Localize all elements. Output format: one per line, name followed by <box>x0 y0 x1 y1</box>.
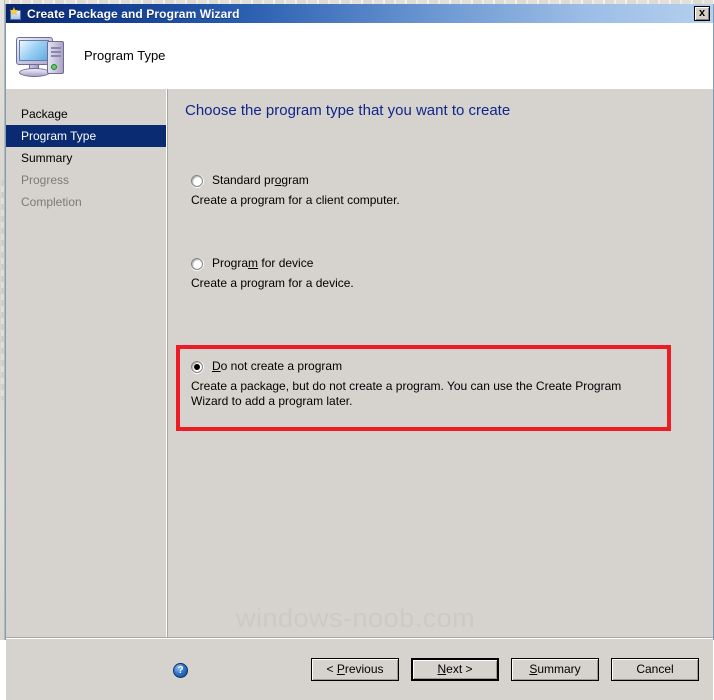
sidebar-item-summary[interactable]: Summary <box>6 147 166 169</box>
help-icon[interactable]: ? <box>173 663 188 678</box>
cancel-button[interactable]: Cancel <box>611 658 699 681</box>
wizard-step-sidebar: Package Program Type Summary Progress Co… <box>6 89 168 637</box>
wizard-header: Program Type <box>6 23 713 89</box>
wizard-body: Package Program Type Summary Progress Co… <box>6 89 713 637</box>
package-wizard-icon: ★ <box>9 6 23 21</box>
close-icon[interactable]: x <box>694 6 710 21</box>
wizard-button-bar: < Previous Next > Summary Cancel <box>311 658 699 681</box>
page-title: Program Type <box>84 48 166 63</box>
next-button[interactable]: Next > <box>411 658 499 681</box>
radio-do-not-create-program[interactable] <box>191 361 203 373</box>
sidebar-item-progress: Progress <box>21 173 70 187</box>
previous-button[interactable]: < Previous <box>311 658 399 681</box>
window-title: Create Package and Program Wizard <box>27 6 240 21</box>
sidebar-item-program-type[interactable]: Program Type <box>6 125 166 147</box>
wizard-footer: ? < Previous Next > Summary Cancel <box>6 637 713 700</box>
option-standard-program[interactable]: Standard program Create a program for a … <box>191 173 400 208</box>
content-heading: Choose the program type that you want to… <box>185 102 511 119</box>
footer-divider <box>6 637 713 639</box>
option-do-not-create-program[interactable]: Do not create a program Create a package… <box>191 359 646 409</box>
sidebar-item-package[interactable]: Package <box>6 103 166 125</box>
option-description-do-not-create-program: Create a package, but do not create a pr… <box>191 379 622 408</box>
window-title-bar: ★ Create Package and Program Wizard x <box>6 4 713 23</box>
option-program-for-device[interactable]: Program for device Create a program for … <box>191 256 354 291</box>
option-label-program-for-device: Program for device <box>212 256 314 270</box>
wizard-content-pane: Choose the program type that you want to… <box>167 89 713 637</box>
radio-standard-program[interactable] <box>191 175 203 187</box>
option-label-do-not-create-program: Do not create a program <box>212 359 343 373</box>
summary-button[interactable]: Summary <box>511 658 599 681</box>
computer-icon <box>14 32 70 80</box>
option-description-standard-program: Create a program for a client computer. <box>191 193 400 207</box>
sidebar-item-completion: Completion <box>21 195 82 209</box>
option-label-standard-program: Standard program <box>212 173 309 187</box>
radio-program-for-device[interactable] <box>191 258 203 270</box>
option-description-program-for-device: Create a program for a device. <box>191 276 354 290</box>
wizard-window: ★ Create Package and Program Wizard x Pr… <box>5 4 714 700</box>
